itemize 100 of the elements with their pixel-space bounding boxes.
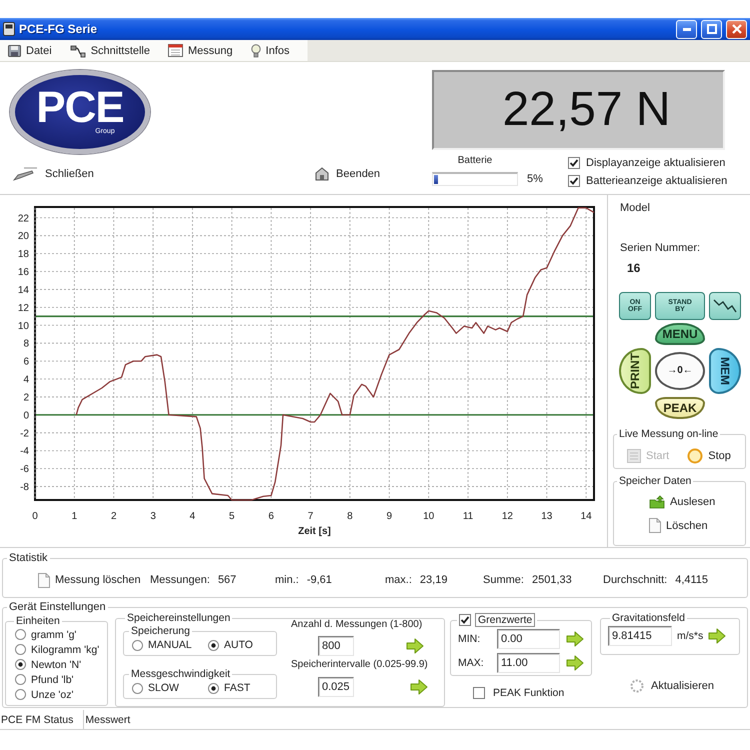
- arrow-right-icon[interactable]: [708, 628, 726, 644]
- arrow-right-icon[interactable]: [566, 655, 584, 671]
- axis-title: Zeit [s]: [298, 526, 331, 537]
- calendar-icon: [168, 44, 183, 57]
- number-field[interactable]: 11.00: [497, 653, 560, 673]
- clear-measurement-button[interactable]: Messung löschen: [38, 572, 150, 588]
- serial-value: 16: [627, 262, 640, 275]
- radio-label: SLOW: [148, 682, 179, 694]
- toolbar-button[interactable]: Schließen: [12, 167, 94, 181]
- logo-text: PCE: [36, 88, 124, 128]
- keypad-button[interactable]: MEM: [709, 348, 741, 394]
- radio-button[interactable]: [132, 640, 143, 650]
- radio-button[interactable]: [132, 682, 143, 694]
- number-field[interactable]: 9.81415: [608, 626, 672, 646]
- axis-tick-label: 13: [541, 511, 552, 522]
- group-title: Messgeschwindigkeit: [130, 669, 232, 679]
- radio-button[interactable]: [208, 640, 219, 650]
- radio-label: FAST: [224, 682, 250, 694]
- radio-label: gramm 'g': [31, 628, 76, 640]
- toolbar-button[interactable]: Beenden: [315, 167, 380, 181]
- group-title: Speicher Daten: [618, 476, 692, 486]
- document-icon: [38, 572, 50, 588]
- pen-icon: [12, 167, 38, 181]
- axis-tick-label: 10: [423, 511, 434, 522]
- checkbox-label: PEAK Funktion: [493, 687, 564, 699]
- status-text: Messwert: [84, 712, 132, 728]
- lightbulb-icon: [250, 44, 261, 58]
- arrow-right-icon[interactable]: [566, 631, 584, 647]
- axis-tick-label: 5: [229, 511, 235, 522]
- device-icon: [3, 22, 15, 36]
- group-title: Statistik: [8, 552, 49, 564]
- unit-label: m/s*s: [677, 630, 704, 642]
- maximize-button[interactable]: [701, 20, 722, 38]
- checkbox-label: Grenzwerte: [475, 613, 536, 627]
- axis-tick-label: -4: [20, 446, 29, 458]
- arrow-right-icon[interactable]: [406, 638, 424, 654]
- axis-tick-label: 0: [32, 511, 38, 522]
- radio-button[interactable]: [15, 674, 26, 685]
- number-field[interactable]: 0.00: [497, 629, 560, 649]
- axis-tick-label: -8: [20, 482, 29, 494]
- radio-button[interactable]: [15, 689, 26, 700]
- battery-reading: 5%: [527, 173, 544, 185]
- stat-label: Summe:: [483, 574, 524, 586]
- radio-button[interactable]: [15, 644, 26, 655]
- stat-label: min.:: [275, 574, 299, 586]
- stat-label: Durchschnitt:: [603, 574, 668, 586]
- menu-item[interactable]: Messung: [164, 40, 247, 60]
- keypad-button[interactable]: MENU: [655, 323, 705, 345]
- menu-item[interactable]: Datei: [4, 40, 66, 60]
- keypad-button[interactable]: →0←: [655, 352, 705, 390]
- checkbox[interactable]: [568, 174, 580, 186]
- close-button[interactable]: [726, 20, 747, 38]
- axis-tick-label: 9: [386, 511, 392, 522]
- axis-tick-label: 8: [23, 338, 29, 350]
- live-button[interactable]: Stop: [687, 448, 731, 464]
- radio-label: Kilogramm 'kg': [31, 644, 100, 656]
- group-title: Live Messung on-line: [618, 429, 720, 439]
- axis-tick-label: 10: [18, 320, 29, 332]
- axis-tick-label: 12: [18, 302, 29, 314]
- checkbox[interactable]: [459, 614, 471, 626]
- radio-button[interactable]: [15, 659, 26, 670]
- arrow-right-icon[interactable]: [410, 679, 428, 695]
- radio-label: MANUAL: [148, 639, 192, 651]
- memory-button[interactable]: Löschen: [649, 518, 745, 533]
- checkbox[interactable]: [568, 156, 580, 168]
- memory-button[interactable]: Auslesen: [649, 495, 745, 509]
- checkbox-label: Batterieanzeige aktualisieren: [586, 174, 728, 186]
- axis-tick-label: 4: [190, 511, 196, 522]
- radio-button[interactable]: [208, 682, 219, 694]
- checkbox[interactable]: [473, 687, 485, 699]
- plug-icon: [70, 44, 86, 58]
- battery-label: Batterie: [458, 155, 492, 167]
- keypad-button[interactable]: [709, 292, 741, 320]
- radio-label: AUTO: [224, 639, 253, 651]
- stat-value: 23,19: [420, 574, 448, 586]
- force-reading: 22,57 N: [501, 83, 671, 137]
- keypad-button[interactable]: PRINT: [619, 348, 651, 394]
- axis-tick-label: 6: [268, 511, 274, 522]
- line-graph-icon: [713, 299, 737, 313]
- axis-tick-label: 22: [18, 213, 29, 224]
- status-text: PCE FM Status: [0, 710, 84, 729]
- axis-tick-label: 4: [23, 374, 29, 386]
- stat-value: 567: [218, 574, 236, 586]
- refresh-button[interactable]: Aktualisieren: [630, 679, 714, 693]
- axis-tick-label: 0: [23, 410, 29, 422]
- group-title: Speichereinstellungen: [126, 613, 232, 623]
- keypad-button[interactable]: PEAK: [655, 397, 705, 419]
- number-field[interactable]: 800: [318, 636, 354, 656]
- radio-label: Unze 'oz': [31, 688, 74, 700]
- axis-tick-label: 18: [18, 249, 29, 260]
- model-label: Model: [620, 202, 650, 215]
- number-field[interactable]: 0.025: [318, 677, 354, 697]
- list-icon: [627, 449, 641, 463]
- menu-item[interactable]: Infos: [246, 40, 304, 60]
- minimize-button[interactable]: [676, 20, 697, 38]
- stat-label: max.:: [385, 574, 412, 586]
- menu-item[interactable]: Schnittstelle: [66, 40, 164, 60]
- window-title: PCE-FG Serie: [19, 22, 98, 36]
- axis-tick-label: 14: [18, 284, 29, 296]
- radio-button[interactable]: [15, 629, 26, 640]
